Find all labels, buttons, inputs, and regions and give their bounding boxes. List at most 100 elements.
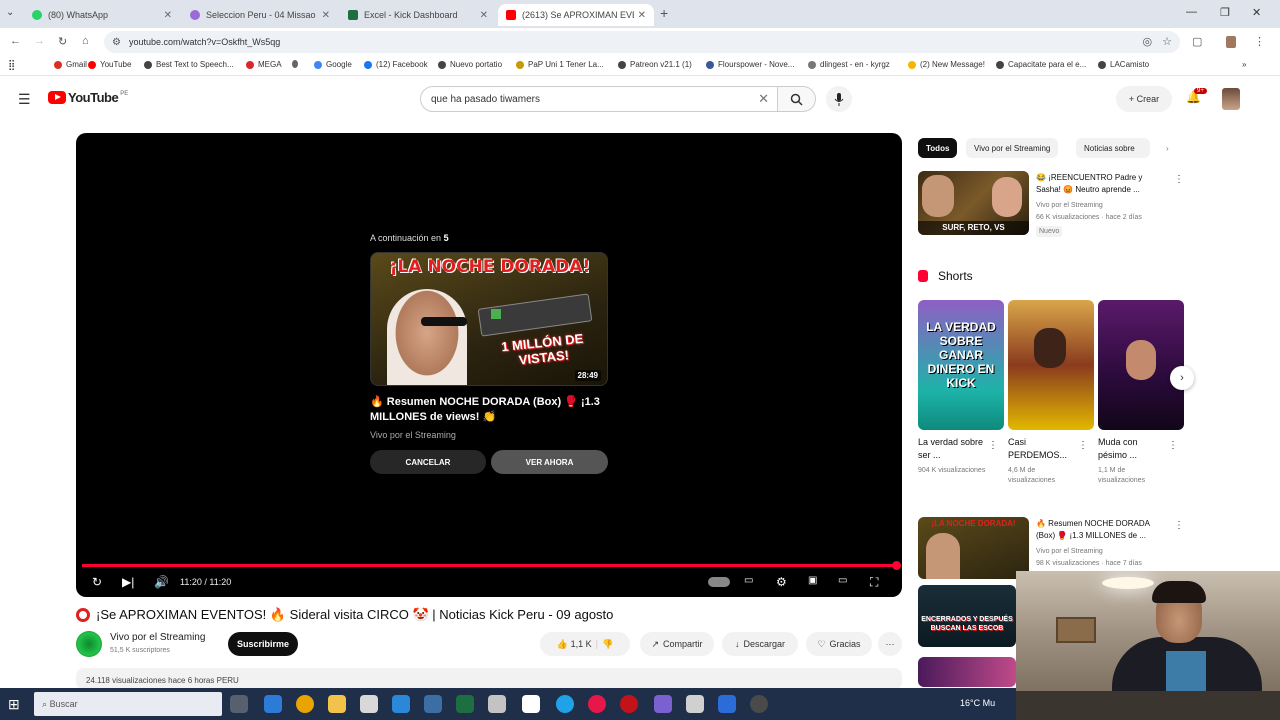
app-icon[interactable]: [654, 695, 672, 713]
back-icon[interactable]: ←: [10, 35, 21, 47]
more-actions-button[interactable]: ···: [878, 632, 902, 656]
dislike-button[interactable]: 👎: [602, 639, 613, 650]
reload-icon[interactable]: ↻: [58, 35, 67, 48]
autoplay-toggle[interactable]: [708, 577, 730, 587]
task-view-icon[interactable]: [230, 695, 248, 713]
volume-icon[interactable]: 🔊: [154, 575, 169, 589]
bookmark-patreon[interactable]: Patreon v21.1 (1): [618, 60, 692, 69]
close-icon[interactable]: ✕: [638, 10, 646, 21]
replay-icon[interactable]: ↻: [92, 575, 102, 589]
up-next-title[interactable]: 🔥 Resumen NOCHE DORADA (Box) 🥊 ¡1.3 MILL…: [370, 395, 610, 425]
rec-title-2[interactable]: 🔥 Resumen NOCHE DORADA (Box) 🥊 ¡1.3 MILL…: [1036, 518, 1166, 542]
url-field[interactable]: ⚙ youtube.com/watch?v=Oskfht_Ws5qg ◎ ☆: [104, 31, 1180, 53]
chevron-right-icon[interactable]: ›: [1158, 138, 1177, 158]
short-thumbnail-1[interactable]: LA VERDAD SOBRE GANAR DINERO EN KICK: [918, 300, 1004, 430]
short-thumbnail-2[interactable]: [1008, 300, 1094, 430]
close-window-icon[interactable]: ✕: [1252, 6, 1261, 19]
apps-grid-icon[interactable]: ⣿: [8, 60, 15, 71]
bookmark-capacitate[interactable]: Capacitate para el e...: [996, 60, 1086, 69]
rec-thumbnail-3[interactable]: ENCERRADOS Y DESPUÉS BUSCAN LAS ESCOB: [918, 585, 1016, 647]
bookmark-google[interactable]: Google: [314, 60, 352, 69]
app-icon[interactable]: [424, 695, 442, 713]
clear-search-icon[interactable]: ✕: [758, 91, 769, 107]
close-icon[interactable]: ✕: [480, 10, 488, 21]
miniplayer-icon[interactable]: ▣: [808, 575, 817, 586]
store-icon[interactable]: [360, 695, 378, 713]
translate-icon[interactable]: ◎: [1143, 35, 1153, 48]
short-more-icon[interactable]: ⋮: [988, 440, 998, 451]
home-icon[interactable]: ⌂: [82, 35, 89, 47]
short-more-icon[interactable]: ⋮: [1168, 440, 1178, 451]
subtitles-icon[interactable]: ▭: [744, 575, 753, 586]
weather-widget[interactable]: 16°C Mu: [960, 698, 995, 708]
tab-whatsapp[interactable]: (80) WhatsApp ✕: [24, 4, 180, 26]
watch-now-button[interactable]: VER AHORA: [491, 450, 608, 474]
minimize-icon[interactable]: —: [1186, 6, 1197, 18]
progress-scrubber[interactable]: [892, 561, 901, 570]
opera-icon[interactable]: [620, 695, 638, 713]
app-icon[interactable]: [588, 695, 606, 713]
bookmark-portatio[interactable]: Nuevo portatio: [438, 60, 502, 69]
app-icon[interactable]: [488, 695, 506, 713]
subscribe-button[interactable]: Suscribirme: [228, 632, 298, 656]
up-next-thumbnail[interactable]: ¡LA NOCHE DORADA! 1 MILLÓN DE VISTAS! 28…: [370, 252, 608, 386]
search-button[interactable]: [778, 86, 816, 112]
tab-search-icon[interactable]: ⌄: [6, 7, 14, 18]
channel-avatar[interactable]: [76, 631, 102, 657]
fullscreen-icon[interactable]: ⛶: [870, 575, 878, 590]
channel-name[interactable]: Vivo por el Streaming: [110, 632, 205, 643]
close-icon[interactable]: ✕: [164, 10, 172, 21]
chip-channel[interactable]: Vivo por el Streaming: [966, 138, 1059, 158]
progress-bar[interactable]: [82, 561, 901, 570]
mail-icon[interactable]: [392, 695, 410, 713]
description-box[interactable]: 24.118 visualizaciones hace 6 horas PERU: [76, 668, 902, 690]
rec-thumbnail-2[interactable]: ¡LA NOCHE DORADA!: [918, 517, 1029, 579]
short-title-2[interactable]: Casi PERDEMOS...: [1008, 436, 1078, 462]
settings-gear-icon[interactable]: ⚙: [776, 575, 787, 589]
bookmark-lacamisto[interactable]: LACamisto: [1098, 60, 1149, 69]
app-icon[interactable]: [718, 695, 736, 713]
chip-all[interactable]: Todos: [918, 138, 958, 158]
rec-title-1[interactable]: 😂 ¡REENCUENTRO Padre y Sasha! 😡 Neutro a…: [1036, 172, 1162, 196]
bookmark-message[interactable]: (2) New Message!: [908, 60, 985, 69]
tab-seleccion[interactable]: Seleccion Peru - 04 Missao ✕: [182, 4, 338, 26]
search-input[interactable]: que ha pasado tiwamers ✕: [420, 86, 778, 112]
short-more-icon[interactable]: ⋮: [1078, 440, 1088, 451]
edge-icon[interactable]: [264, 695, 282, 713]
bookmark-star-icon[interactable]: ☆: [1162, 35, 1172, 48]
bookmark-dlingest[interactable]: dlingest - en - kyrgz: [808, 60, 890, 69]
tab-excel[interactable]: Excel - Kick Dashboard ✕: [340, 4, 496, 26]
browser-menu-icon[interactable]: ⋮: [1254, 35, 1265, 48]
app-icon[interactable]: [522, 695, 540, 713]
bookmark-youtube[interactable]: YouTube: [88, 60, 131, 69]
share-button[interactable]: ↗ Compartir: [640, 632, 714, 656]
edge-icon[interactable]: [556, 695, 574, 713]
create-button[interactable]: + Crear: [1116, 86, 1172, 112]
site-info-icon[interactable]: ⚙: [112, 37, 121, 48]
next-icon[interactable]: ▶|: [122, 575, 134, 589]
menu-icon[interactable]: ☰: [18, 91, 31, 108]
bookmark-tts[interactable]: Best Text to Speech...: [144, 60, 234, 69]
bookmark-pap[interactable]: PaP Uni 1 Tener La...: [516, 60, 604, 69]
maximize-icon[interactable]: ❐: [1220, 6, 1230, 19]
obs-icon[interactable]: [750, 695, 768, 713]
windows-start-icon[interactable]: ⊞: [8, 696, 20, 713]
new-tab-button[interactable]: +: [660, 5, 668, 21]
shorts-next-button[interactable]: ›: [1170, 366, 1194, 390]
avatar[interactable]: [1222, 88, 1240, 110]
excel-icon[interactable]: [456, 695, 474, 713]
thanks-button[interactable]: ♡ Gracias: [806, 632, 872, 656]
rec-more-icon[interactable]: ⋮: [1174, 520, 1184, 531]
download-button[interactable]: ↓ Descargar: [722, 632, 798, 656]
rec-thumbnail-1[interactable]: SURF, RETO, VS: [918, 171, 1029, 235]
app-icon[interactable]: [686, 695, 704, 713]
chip-news[interactable]: Noticias sobre: [1076, 138, 1150, 158]
close-icon[interactable]: ✕: [322, 10, 330, 21]
bookmark-flourspower[interactable]: Flourspower - Nove...: [706, 60, 794, 69]
taskbar-search-input[interactable]: ⌕ Buscar: [34, 692, 222, 716]
extensions-icon[interactable]: ▢: [1192, 35, 1202, 48]
like-button[interactable]: 👍 1,1 K: [557, 639, 592, 650]
bookmark-gmail[interactable]: Gmail: [54, 60, 87, 69]
chrome-icon[interactable]: [296, 695, 314, 713]
rec-more-icon[interactable]: ⋮: [1174, 174, 1184, 185]
